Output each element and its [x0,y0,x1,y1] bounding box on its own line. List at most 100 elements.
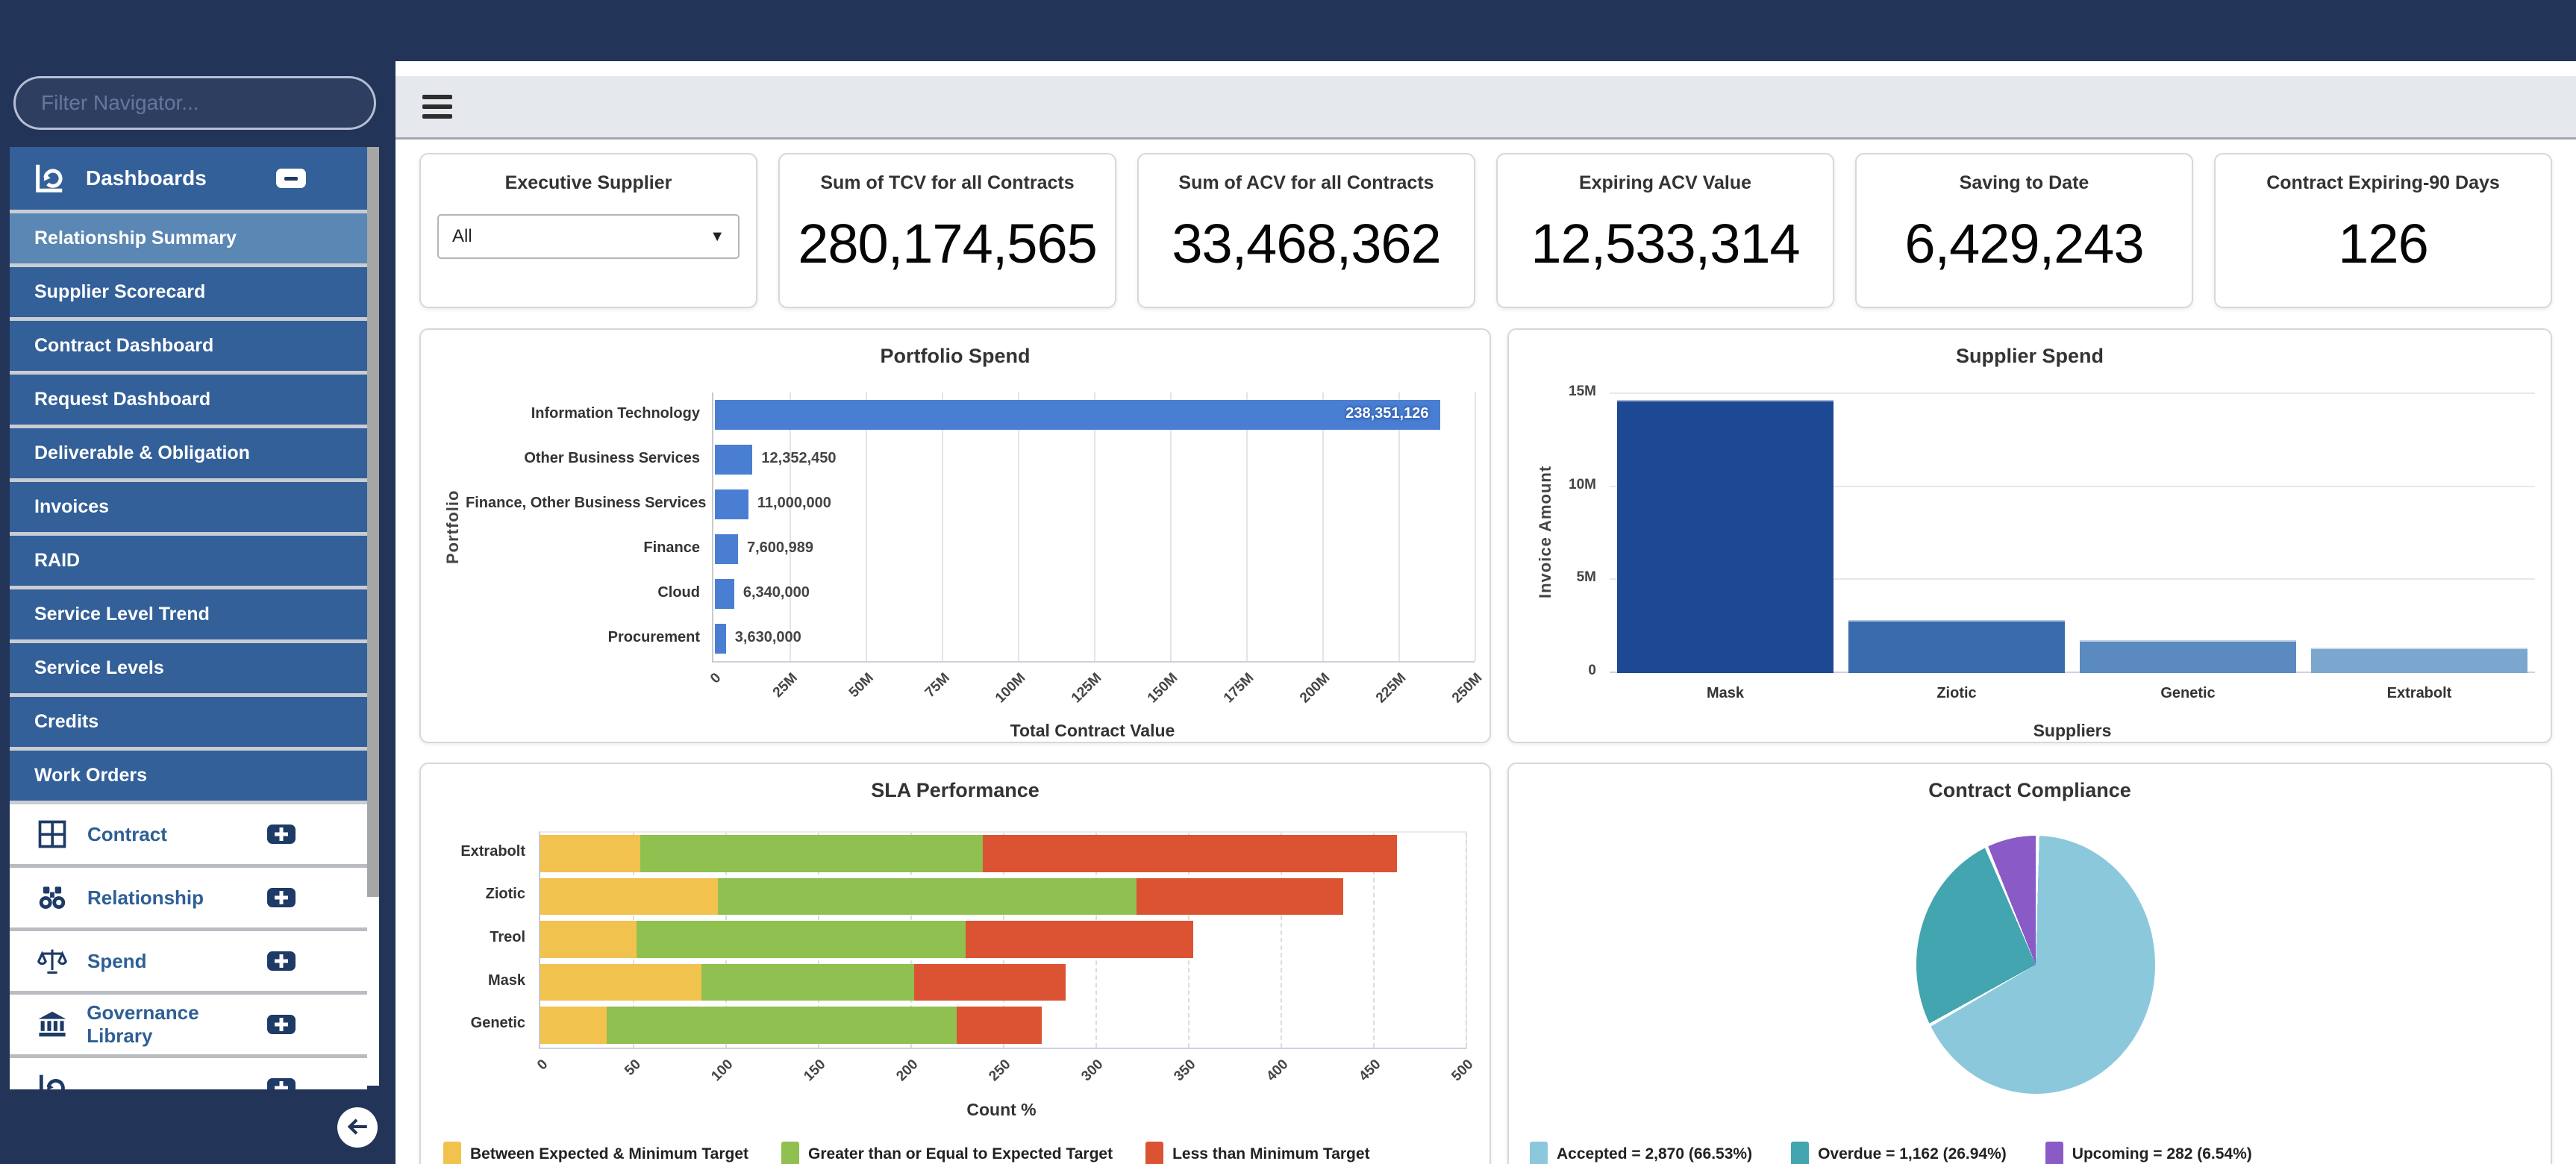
segment-ziotic-between-expected-minimum-target[interactable] [540,877,719,916]
bar-procurement[interactable] [715,624,726,654]
legend-item-overdue[interactable]: Overdue = 1,162 (26.94%) [1791,1142,2007,1164]
sidebar-item-supplier-scorecard[interactable]: Supplier Scorecard [10,267,367,321]
x-tick-label: 200M [1297,670,1334,707]
sidebar-group-contract[interactable]: Contract [10,804,367,868]
sidebar-item-credits[interactable]: Credits [10,697,367,751]
legend-swatch [443,1142,461,1164]
legend-item-between-expected-minimum-target[interactable]: Between Expected & Minimum Target [443,1142,748,1164]
pie-chart[interactable] [1916,836,2155,1094]
legend-item-greater-than-or-equal-to-expected-target[interactable]: Greater than or Equal to Expected Target [781,1142,1113,1164]
segment-treol-greater-than-or-equal-to-expected-target[interactable] [636,921,966,958]
sidebar-group-governance-library[interactable]: Governance Library [10,995,367,1058]
sla-performance-card: SLA Performance 0 50 100 150 200 250 300 350 400… [419,763,1491,1164]
sidebar-item-deliverable-obligation[interactable]: Deliverable & Obligation [10,428,367,482]
category-label: Information Technology [531,405,700,422]
segment-ziotic-less-than-minimum-target[interactable] [1136,877,1344,916]
segment-treol-between-expected-minimum-target[interactable] [540,921,637,958]
bar-other-business-services[interactable] [715,445,753,475]
sidebar-scrollbar[interactable] [367,147,379,1086]
sidebar-section-dashboards[interactable]: Dashboards [10,147,367,213]
hamburger-menu-icon[interactable] [422,95,452,119]
bar-mask[interactable] [1617,399,1833,673]
gridline [1322,392,1324,661]
bar-cloud[interactable] [715,579,734,609]
bar-finance[interactable] [715,534,738,564]
x-tick-label: Genetic [2160,685,2216,701]
sidebar-group-spend[interactable]: Spend [10,931,367,995]
contract-compliance-card: Contract Compliance Accepted = 2,870 (66… [1507,763,2552,1164]
kpi-value: 33,468,362 [1172,213,1441,275]
sidebar-group-relationship[interactable]: Relationship [10,868,367,931]
sidebar-item-work-orders[interactable]: Work Orders [10,751,367,804]
plot-area [1610,392,2535,673]
sidebar-item-service-levels[interactable]: Service Levels [10,643,367,697]
expand-plus-icon[interactable] [267,951,296,971]
x-tick-label: 450 [1356,1057,1384,1085]
select-value: All [452,226,472,246]
collapse-minus-icon[interactable] [276,169,306,188]
category-label: Finance [643,539,700,556]
bar-value-label: 7,600,989 [747,539,813,556]
category-label: Genetic [470,1015,525,1032]
segment-genetic-greater-than-or-equal-to-expected-target[interactable] [607,1007,957,1044]
supplier-spend-card: Supplier Spend 0 5M 10M 15M Invoice Amount Ma… [1507,328,2552,743]
kpi-value: 280,174,565 [798,213,1098,275]
legend-item-less-than-minimum-target[interactable]: Less than Minimum Target [1145,1142,1370,1164]
sidebar-item-raid[interactable]: RAID [10,536,367,589]
sidebar-group-partial[interactable] [10,1058,367,1089]
segment-genetic-between-expected-minimum-target[interactable] [540,1007,607,1044]
executive-supplier-select[interactable]: All ▼ [437,214,740,259]
segment-mask-greater-than-or-equal-to-expected-target[interactable] [701,963,914,1001]
sidebar-item-request-dashboard[interactable]: Request Dashboard [10,375,367,428]
gridline [942,392,943,661]
legend-label: Greater than or Equal to Expected Target [808,1145,1113,1163]
legend-label: Less than Minimum Target [1172,1145,1370,1163]
sidebar-group-label: Governance Library [87,1001,199,1047]
expand-plus-icon[interactable] [267,1015,296,1034]
segment-genetic-less-than-minimum-target[interactable] [957,1007,1042,1044]
category-label: Procurement [607,629,700,645]
segment-treol-less-than-minimum-target[interactable] [966,921,1194,958]
legend-item-accepted[interactable]: Accepted = 2,870 (66.53%) [1530,1142,1752,1164]
bar-ziotic[interactable] [1848,620,2065,673]
expand-plus-icon[interactable] [267,1078,296,1089]
x-tick-label: 50 [622,1057,644,1079]
legend-swatch [1530,1142,1548,1164]
legend-swatch [2045,1142,2063,1164]
sidebar-item-invoices[interactable]: Invoices [10,482,367,536]
bar-finance-other-business-services[interactable] [715,489,748,519]
segment-extrabolt-less-than-minimum-target[interactable] [982,835,1398,872]
chart-legend: Between Expected & Minimum Target Greater… [443,1142,1370,1164]
kpi-value: 126 [2338,213,2428,275]
kpi-value: 6,429,243 [1904,213,2144,275]
plot-area: 238,351,126 12,352,450 11,000,000 7,600,989… [708,392,1486,706]
expand-plus-icon[interactable] [267,824,296,844]
segment-extrabolt-greater-than-or-equal-to-expected-target[interactable] [640,835,983,872]
x-tick-label: 250 [986,1057,1014,1085]
puzzle-icon [35,818,69,851]
segment-extrabolt-between-expected-minimum-target[interactable] [540,835,640,872]
bar-value-label: 3,630,000 [734,629,801,645]
x-tick-label: 175M [1221,670,1257,707]
expand-plus-icon[interactable] [267,888,296,907]
sidebar-collapse-button[interactable] [337,1107,378,1148]
kpi-card-executive-supplier: Executive Supplier All ▼ [419,153,757,308]
segment-ziotic-greater-than-or-equal-to-expected-target[interactable] [718,877,1137,916]
sidebar-item-relationship-summary[interactable]: Relationship Summary [10,213,367,267]
segment-mask-between-expected-minimum-target[interactable] [540,963,701,1001]
bar-extrabolt[interactable] [2311,647,2527,673]
x-tick-label: 300 [1078,1057,1107,1085]
bar-genetic[interactable] [2080,639,2296,673]
filter-navigator-input[interactable] [13,76,376,130]
legend-item-upcoming[interactable]: Upcoming = 282 (6.54%) [2045,1142,2252,1164]
plot-area: 0 50 100 150 200 250 300 350 400 450 500 [535,831,1477,1084]
segment-mask-less-than-minimum-target[interactable] [913,963,1066,1001]
x-tick-label: 50M [845,670,877,701]
sidebar-scrollbar-thumb[interactable] [367,147,379,897]
toolbar [396,76,2576,140]
x-tick-label: 150 [801,1057,829,1085]
sidebar-item-contract-dashboard[interactable]: Contract Dashboard [10,321,367,375]
sidebar-item-service-level-trend[interactable]: Service Level Trend [10,589,367,643]
legend-swatch [1791,1142,1810,1164]
portfolio-spend-card: Portfolio Spend 238,351,126 12,352,450 11,… [419,328,1491,743]
